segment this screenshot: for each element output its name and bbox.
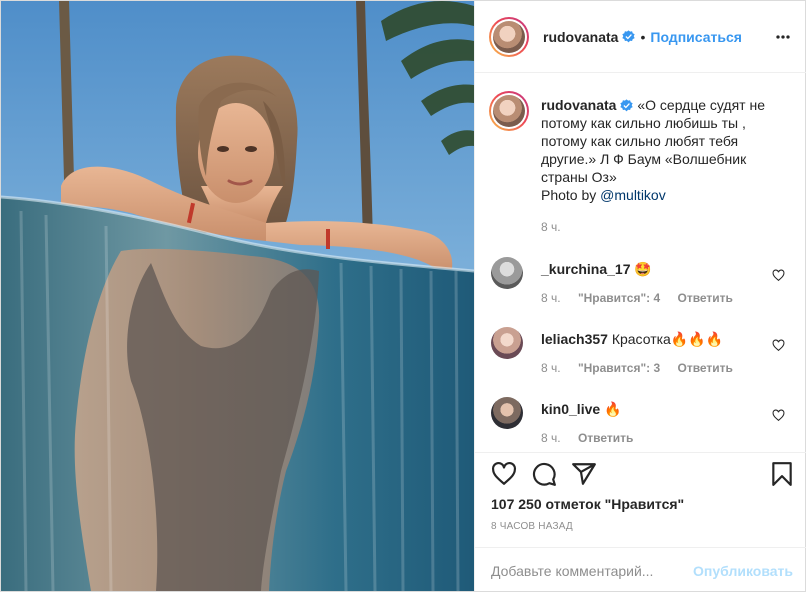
reply-button[interactable]: Ответить [677,361,732,375]
comment-body: Красотка🔥🔥🔥 [611,331,724,347]
commenter-username[interactable]: _kurchina_17 [541,261,631,277]
comment-meta: 8 ч. Ответить [541,431,647,445]
author-info: rudovanata • Подписаться [543,29,742,45]
caption-avatar[interactable] [489,91,529,131]
commenter-avatar[interactable] [491,327,523,359]
commenter-avatar[interactable] [491,397,523,429]
follow-button[interactable]: Подписаться [650,29,742,45]
comment-likes[interactable]: "Нравится": 3 [578,361,660,375]
bookmark-icon[interactable] [769,461,795,487]
comment-body: 🔥 [604,401,622,417]
comment-meta: 8 ч. "Нравится": 4 Ответить [541,291,747,305]
caption-photo-by: Photo by [541,187,601,203]
caption-mention[interactable]: @multikov [600,187,666,203]
separator-dot: • [640,28,646,45]
post-caption [489,91,529,131]
post-photo[interactable] [1,1,474,591]
post-actions: 107 250 отметок "Нравится" 8 ЧАСОВ НАЗАД… [475,452,806,592]
caption-time[interactable]: 8 ч. [541,220,561,234]
likes-count[interactable]: 107 250 отметок "Нравится" [491,496,684,512]
share-icon[interactable] [571,461,597,487]
comment-like-icon[interactable] [772,409,785,422]
author-avatar[interactable] [489,16,529,57]
comment-like-icon[interactable] [772,269,785,282]
commenter-username[interactable]: kin0_live [541,401,600,417]
more-options-icon[interactable] [773,27,793,47]
post-timestamp[interactable]: 8 ЧАСОВ НАЗАД [491,521,573,532]
verified-icon [620,99,634,112]
commenter-avatar[interactable] [491,257,523,289]
post-side-panel: rudovanata • Подписаться rudovanata «О с… [474,1,806,592]
comment-time[interactable]: 8 ч. [541,431,561,445]
publish-button[interactable]: Опубликовать [693,563,793,579]
comment-item: leliach357 Красотка🔥🔥🔥 8 ч. "Нравится": … [489,327,799,397]
comment-time[interactable]: 8 ч. [541,361,561,375]
comment-like-icon[interactable] [772,339,785,352]
author-username[interactable]: rudovanata [543,29,618,45]
comment-text: leliach357 Красотка🔥🔥🔥 [541,330,723,348]
caption-username[interactable]: rudovanata [541,97,616,113]
verified-icon [622,30,636,43]
comment-input[interactable] [491,560,691,582]
comment-time[interactable]: 8 ч. [541,291,561,305]
comment-item: kin0_live 🔥 8 ч. Ответить [489,397,799,452]
reply-button[interactable]: Ответить [578,431,633,445]
comment-body: 🤩 [634,261,652,277]
photo-image [1,1,474,591]
comments-list[interactable]: rudovanata «О сердце судят не потому как… [475,74,806,452]
reply-button[interactable]: Ответить [677,291,732,305]
post-header: rudovanata • Подписаться [475,1,806,73]
commenter-username[interactable]: leliach357 [541,331,608,347]
comment-item: _kurchina_17 🤩 8 ч. "Нравится": 4 Ответи… [489,257,799,327]
comment-meta: 8 ч. "Нравится": 3 Ответить [541,361,747,375]
heart-icon[interactable] [491,461,517,487]
caption-body: rudovanata «О сердце судят не потому как… [541,96,791,204]
instagram-post: rudovanata • Подписаться rudovanata «О с… [0,0,806,592]
action-bar [489,461,795,489]
comment-icon[interactable] [531,461,557,487]
comment-likes[interactable]: "Нравится": 4 [578,291,660,305]
comment-composer: Опубликовать [475,547,806,592]
comment-text: _kurchina_17 🤩 [541,260,652,278]
comment-text: kin0_live 🔥 [541,400,621,418]
